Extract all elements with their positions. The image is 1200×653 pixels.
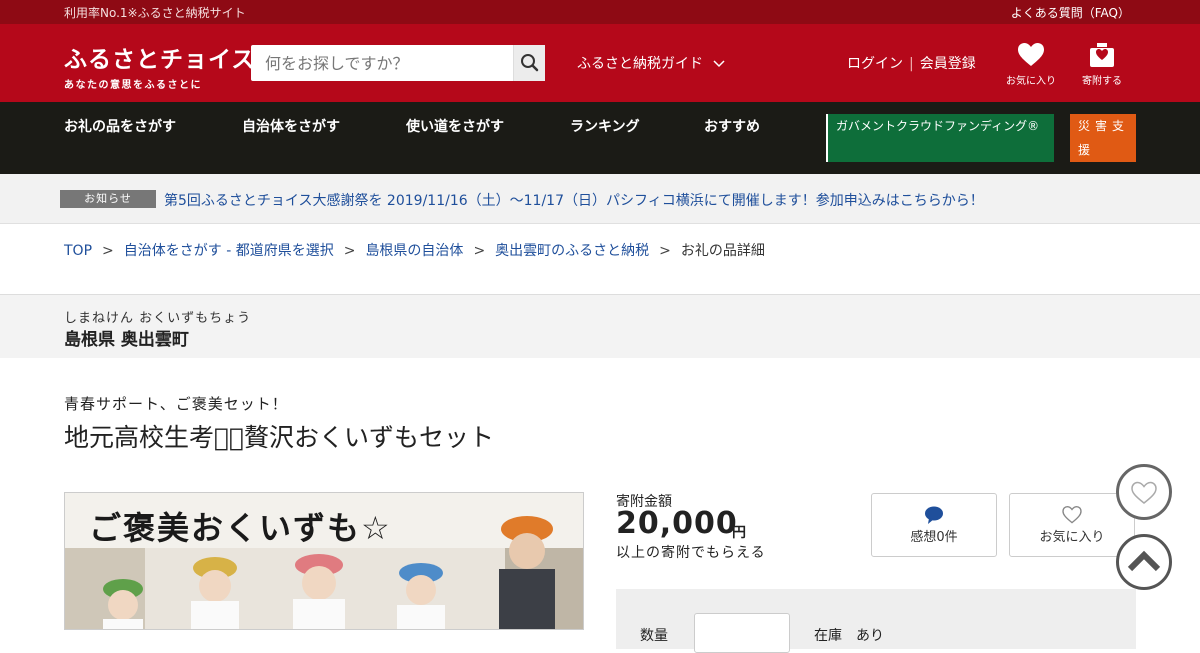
chevron-down-icon xyxy=(713,60,725,68)
notice-link[interactable]: 第5回ふるさとチョイス大感謝祭を 2019/11/16（土）〜11/17（日）パ… xyxy=(164,190,984,210)
breadcrumb-separator: > xyxy=(102,243,114,259)
breadcrumb-separator: > xyxy=(473,243,486,259)
breadcrumb-current: お礼の品詳細 xyxy=(680,243,765,259)
register-link[interactable]: 会員登録 xyxy=(920,56,976,72)
search-button[interactable] xyxy=(513,45,545,81)
chevron-up-icon xyxy=(1127,550,1161,572)
municipality-kana: しまねけん おくいずもちょう xyxy=(64,311,252,326)
product-title: 地元高校生考案⃣贅沢おくいずもセット xyxy=(64,423,495,452)
breadcrumb-okuizumo[interactable]: 奥出雲町のふるさと納税 xyxy=(495,243,649,259)
breadcrumb: TOP > 自治体をさがす - 都道府県を選択 > 島根県の自治体 > 奥出雲町のふるさと納… xyxy=(64,240,765,260)
logo-subtitle: あなたの意思をふるさとに xyxy=(64,80,202,91)
nav-item-gifts[interactable]: お礼の品をさがす xyxy=(64,116,176,136)
login-link[interactable]: ログイン xyxy=(847,56,903,72)
add-favorite-button[interactable]: お気に入り xyxy=(1009,493,1135,557)
breadcrumb-separator: > xyxy=(343,243,356,259)
nav-item-municipalities[interactable]: 自治体をさがす xyxy=(242,116,340,136)
donation-unit: 円 xyxy=(732,525,746,541)
stock-status: 在庫 あり xyxy=(814,628,884,644)
nav-item-uses[interactable]: 使い道をさがす xyxy=(406,116,504,136)
donation-amount: 20,000 xyxy=(616,506,738,541)
government-crowdfunding-button[interactable]: ガバメントクラウドファンディング® xyxy=(826,114,1054,162)
notice-bar: お知らせ 第5回ふるさとチョイス大感謝祭を 2019/11/16（土）〜11/1… xyxy=(0,174,1200,224)
image-caption: ご褒美おくいずも☆ xyxy=(89,509,392,547)
nav-item-ranking[interactable]: ランキング xyxy=(570,116,640,136)
floating-favorite-button[interactable] xyxy=(1116,464,1172,520)
notice-badge: お知らせ xyxy=(60,190,156,208)
guide-label: ふるさと納税ガイド xyxy=(577,56,703,72)
order-panel: 数量 在庫 あり xyxy=(616,589,1136,653)
header-donate-button[interactable]: 寄附する xyxy=(1072,42,1132,87)
search-icon xyxy=(521,54,539,72)
main-nav: お礼の品をさがす 自治体をさがす 使い道をさがす ランキング おすすめ ガバメン… xyxy=(0,102,1200,174)
municipality-header: しまねけん おくいずもちょう 島根県 奥出雲町 xyxy=(0,294,1200,358)
search-box xyxy=(251,45,545,81)
breadcrumb-shimane[interactable]: 島根県の自治体 xyxy=(365,243,463,259)
divider: | xyxy=(909,56,914,72)
faq-link[interactable]: よくある質問（FAQ） xyxy=(1011,4,1130,21)
disaster-support-button[interactable]: 災害支援 xyxy=(1070,114,1136,162)
quantity-select[interactable] xyxy=(694,613,790,653)
header: ふるさとチョイス あなたの意思をふるさとに ふるさと納税ガイド ログイン | 会員登… xyxy=(0,24,1200,102)
reviews-label: 感想0件 xyxy=(910,530,958,545)
site-tagline: 利用率No.1※ふるさと納税サイト xyxy=(64,6,246,20)
account-links: ログイン | 会員登録 xyxy=(847,53,976,73)
breadcrumb-separator: > xyxy=(659,243,671,259)
favorites-label: お気に入り xyxy=(1006,76,1056,87)
quantity-label: 数量 xyxy=(640,628,668,644)
top-bar: 利用率No.1※ふるさと納税サイト よくある質問（FAQ） xyxy=(0,0,1200,24)
municipality-name[interactable]: 島根県 奥出雲町 xyxy=(64,325,189,350)
speech-bubble-icon xyxy=(925,506,943,524)
logo-title: ふるさとチョイス xyxy=(64,46,256,73)
donation-box-icon xyxy=(1090,43,1114,67)
breadcrumb-top[interactable]: TOP xyxy=(64,243,92,259)
scroll-to-top-button[interactable] xyxy=(1116,534,1172,590)
favorite-label: お気に入り xyxy=(1039,530,1105,545)
product-image[interactable]: ご褒美おくいずも☆ xyxy=(64,492,584,630)
reviews-button[interactable]: 感想0件 xyxy=(871,493,997,557)
site-logo[interactable]: ふるさとチョイス あなたの意思をふるさとに xyxy=(64,40,255,91)
donation-note: 以上の寄附でもらえる xyxy=(616,545,766,561)
search-input[interactable] xyxy=(251,45,513,81)
guide-menu[interactable]: ふるさと納税ガイド xyxy=(577,53,725,73)
heart-outline-icon xyxy=(1062,506,1082,524)
breadcrumb-prefecture-select[interactable]: 自治体をさがす - 都道府県を選択 xyxy=(124,243,334,259)
product-catchphrase: 青春サポート、ご褒美セット！ xyxy=(64,395,288,413)
heart-outline-icon xyxy=(1131,481,1157,504)
donate-label: 寄附する xyxy=(1082,76,1122,87)
nav-item-recommended[interactable]: おすすめ xyxy=(704,116,760,136)
header-favorites-button[interactable]: お気に入り xyxy=(1001,42,1061,87)
heart-icon xyxy=(1018,43,1044,66)
